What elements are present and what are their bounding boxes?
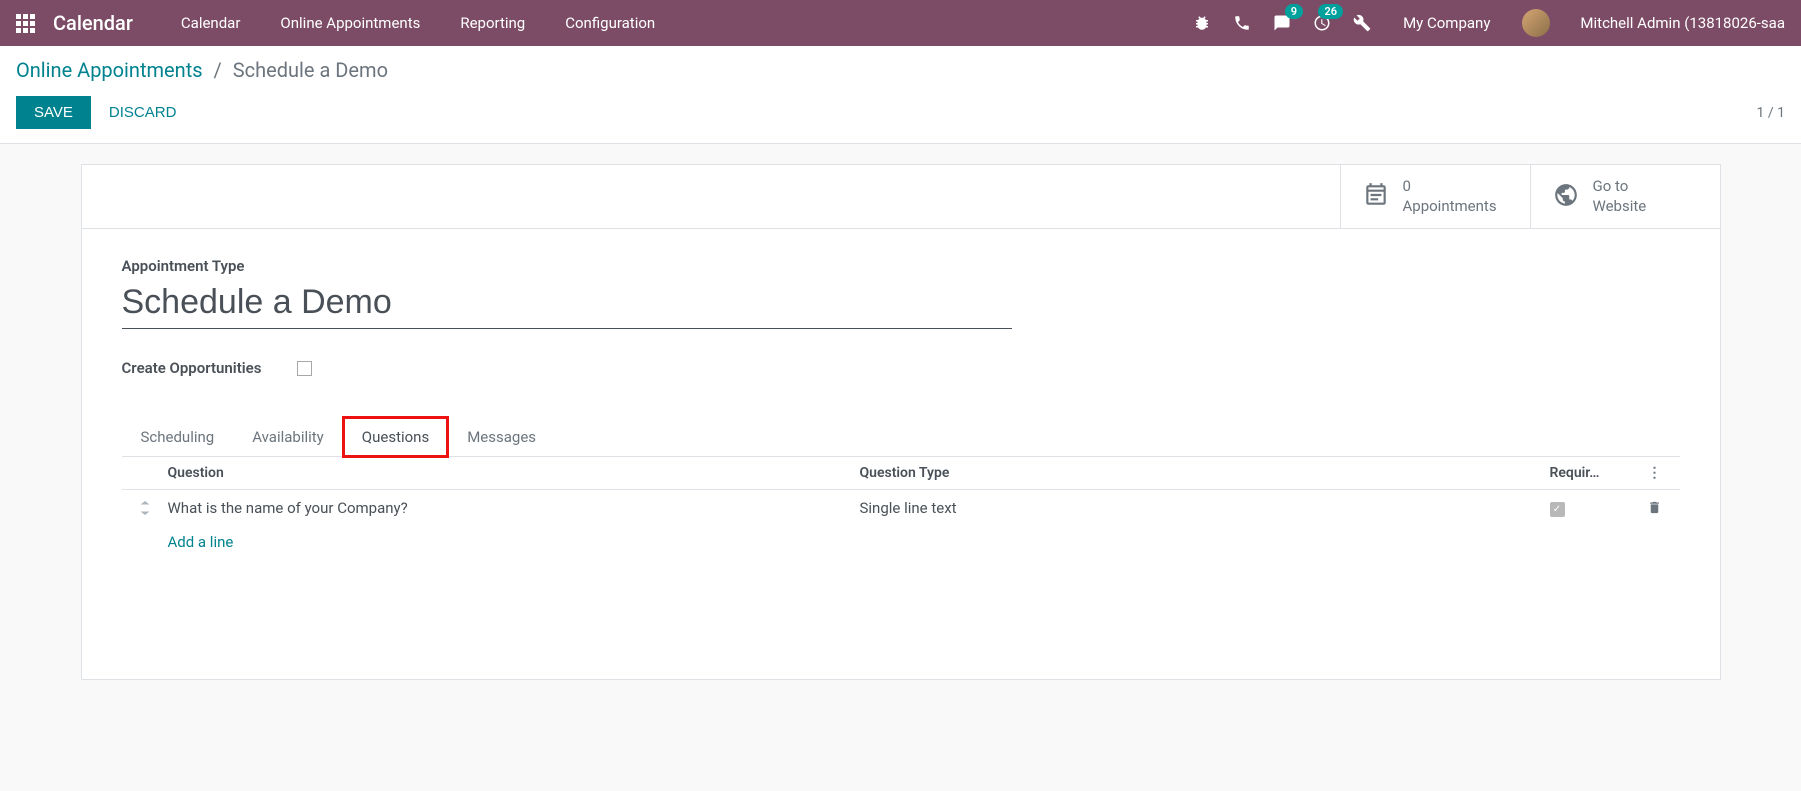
form-sheet: 0 Appointments Go to Website Appointment…: [81, 164, 1721, 680]
discard-button[interactable]: DISCARD: [109, 104, 177, 121]
globe-icon: [1553, 182, 1579, 212]
phone-icon[interactable]: [1233, 14, 1251, 32]
row-question-text[interactable]: What is the name of your Company?: [168, 499, 860, 517]
app-title[interactable]: Calendar: [53, 11, 133, 35]
nav-icons: 9 26 My Company Mitchell Admin (13818026…: [1193, 9, 1785, 37]
delete-row-icon[interactable]: [1630, 499, 1680, 516]
appointment-type-input[interactable]: [122, 281, 1012, 329]
avatar[interactable]: [1522, 9, 1550, 37]
columns-menu-icon[interactable]: ⋮: [1630, 465, 1680, 481]
pager[interactable]: 1 / 1: [1757, 105, 1785, 121]
form-container: 0 Appointments Go to Website Appointment…: [0, 144, 1801, 680]
header-required[interactable]: Requir…: [1550, 465, 1630, 481]
drag-handle-icon[interactable]: [122, 501, 168, 515]
top-navbar: Calendar Calendar Online Appointments Re…: [0, 0, 1801, 46]
stat-appointments-button[interactable]: 0 Appointments: [1340, 165, 1530, 228]
activities-icon[interactable]: 26: [1313, 14, 1331, 32]
breadcrumb-parent[interactable]: Online Appointments: [16, 58, 203, 82]
stat-appointments-count: 0: [1403, 177, 1497, 197]
messages-icon[interactable]: 9: [1273, 14, 1291, 32]
row-question-type[interactable]: Single line text: [860, 499, 1550, 517]
calendar-icon: [1363, 182, 1389, 212]
create-opportunities-label: Create Opportunities: [122, 359, 262, 377]
company-switcher[interactable]: My Company: [1403, 14, 1490, 32]
tabs: Scheduling Availability Questions Messag…: [122, 417, 1680, 457]
appointment-type-label: Appointment Type: [122, 257, 1680, 275]
tab-questions[interactable]: Questions: [343, 417, 448, 457]
nav-links: Calendar Online Appointments Reporting C…: [161, 2, 675, 44]
header-question-type[interactable]: Question Type: [860, 465, 1550, 481]
stat-website-line1: Go to: [1593, 177, 1647, 197]
stat-buttons: 0 Appointments Go to Website: [82, 165, 1720, 229]
tab-messages[interactable]: Messages: [448, 417, 555, 457]
table-row[interactable]: What is the name of your Company? Single…: [122, 490, 1680, 525]
nav-link-online-appointments[interactable]: Online Appointments: [260, 2, 440, 44]
user-menu[interactable]: Mitchell Admin (13818026-saa: [1580, 14, 1785, 32]
control-panel: Online Appointments / Schedule a Demo SA…: [0, 46, 1801, 144]
create-opportunities-checkbox[interactable]: [297, 361, 312, 376]
tab-scheduling[interactable]: Scheduling: [122, 417, 234, 457]
questions-table: Question Question Type Requir… ⋮ What is…: [122, 457, 1680, 559]
apps-menu-icon[interactable]: [16, 14, 35, 33]
messages-badge: 9: [1285, 4, 1303, 19]
stat-website-button[interactable]: Go to Website: [1530, 165, 1720, 228]
tools-icon[interactable]: [1353, 14, 1371, 32]
nav-link-configuration[interactable]: Configuration: [545, 2, 675, 44]
add-line-button[interactable]: Add a line: [122, 525, 1680, 559]
breadcrumb: Online Appointments / Schedule a Demo: [16, 58, 388, 82]
nav-link-calendar[interactable]: Calendar: [161, 2, 261, 44]
breadcrumb-current: Schedule a Demo: [233, 58, 388, 82]
activities-badge: 26: [1318, 4, 1343, 19]
header-question[interactable]: Question: [168, 465, 860, 481]
tab-availability[interactable]: Availability: [233, 417, 343, 457]
row-required-checkbox[interactable]: ✓: [1550, 502, 1565, 517]
nav-link-reporting[interactable]: Reporting: [440, 2, 545, 44]
bug-icon[interactable]: [1193, 14, 1211, 32]
stat-website-line2: Website: [1593, 197, 1647, 217]
save-button[interactable]: SAVE: [16, 96, 91, 129]
stat-appointments-label: Appointments: [1403, 197, 1497, 217]
questions-table-header: Question Question Type Requir… ⋮: [122, 457, 1680, 490]
